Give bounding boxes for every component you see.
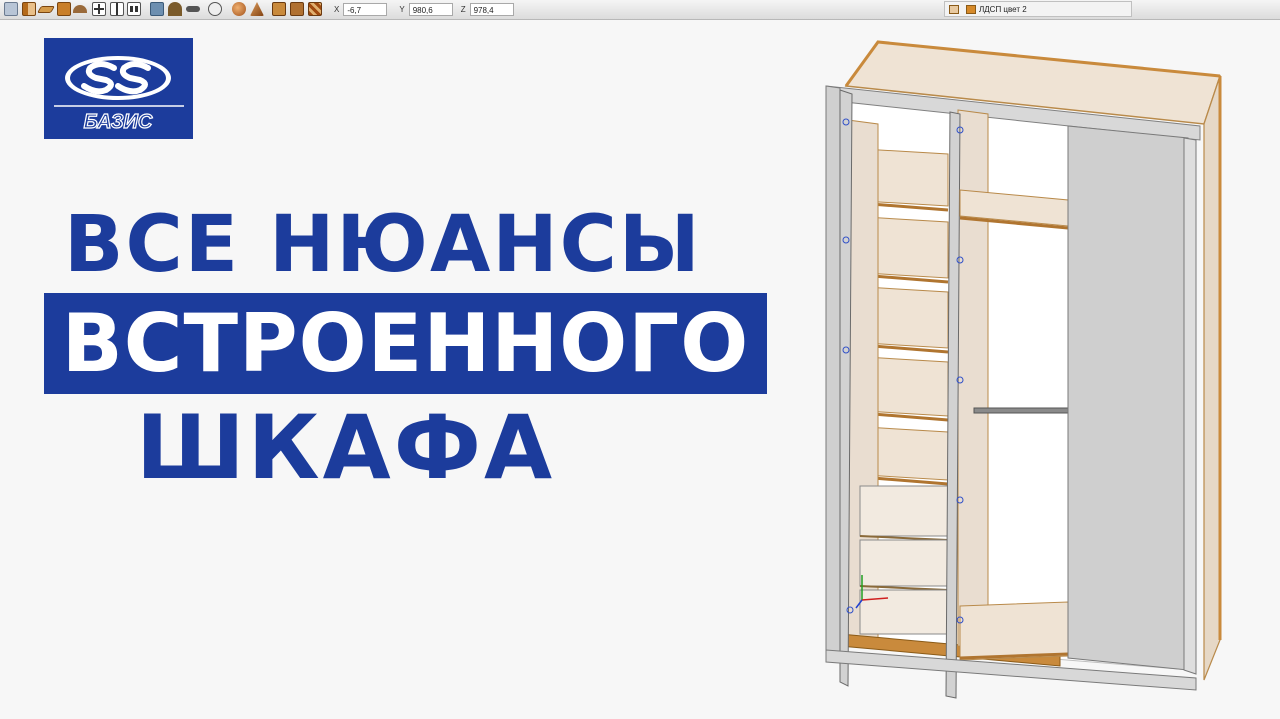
right-side-panel — [1203, 75, 1221, 681]
vertical-divider-icon[interactable] — [110, 2, 124, 16]
arc-icon[interactable] — [73, 5, 87, 13]
logo-text: БАЗИС — [84, 111, 153, 133]
cone-icon[interactable] — [250, 2, 264, 16]
material-label: ЛДСП цвет 2 — [979, 4, 1027, 14]
board-icon[interactable] — [57, 2, 71, 16]
z-field[interactable]: 978,4 — [469, 3, 514, 16]
rod-icon[interactable] — [186, 6, 200, 12]
panel-icon[interactable] — [22, 2, 36, 16]
coordinates: X -6,7 Y 980,6 Z 978,4 — [328, 2, 514, 17]
material-swatch-icon — [949, 4, 959, 14]
x-field[interactable]: -6,7 — [343, 3, 388, 16]
material-color-icon — [966, 4, 976, 14]
texture-icon[interactable] — [308, 2, 322, 16]
y-label: Y — [399, 5, 405, 14]
drawer-icon[interactable] — [290, 2, 304, 16]
wardrobe-3d-model[interactable] — [800, 30, 1240, 710]
shelf-icon[interactable] — [36, 6, 56, 13]
toolbar: X -6,7 Y 980,6 Z 978,4 ЛДСП цвет 2 — [0, 0, 1280, 20]
z-label: Z — [460, 5, 466, 14]
headline-line-2: ВСТРОЕННОГО — [61, 297, 750, 390]
box3d-icon[interactable] — [272, 2, 286, 16]
right-sliding-door — [1067, 125, 1189, 671]
x-label: X — [334, 5, 340, 14]
chair-icon[interactable] — [150, 2, 164, 16]
cross-frame-icon[interactable] — [92, 2, 106, 16]
y-field[interactable]: 980,6 — [408, 3, 453, 16]
headline-line-1: ВСЕ НЮАНСЫ — [64, 200, 702, 290]
material-selector[interactable]: ЛДСП цвет 2 — [944, 1, 1132, 17]
hardware-icon[interactable] — [208, 2, 222, 16]
arch-icon[interactable] — [168, 2, 182, 16]
bazis-logo: БАЗИС — [44, 38, 193, 139]
horizontal-divider-icon[interactable] — [127, 2, 141, 16]
box-icon[interactable] — [4, 2, 18, 16]
sphere-icon[interactable] — [232, 2, 246, 16]
drawers — [859, 485, 949, 635]
headline-line-3: ШКАФА — [136, 396, 556, 499]
